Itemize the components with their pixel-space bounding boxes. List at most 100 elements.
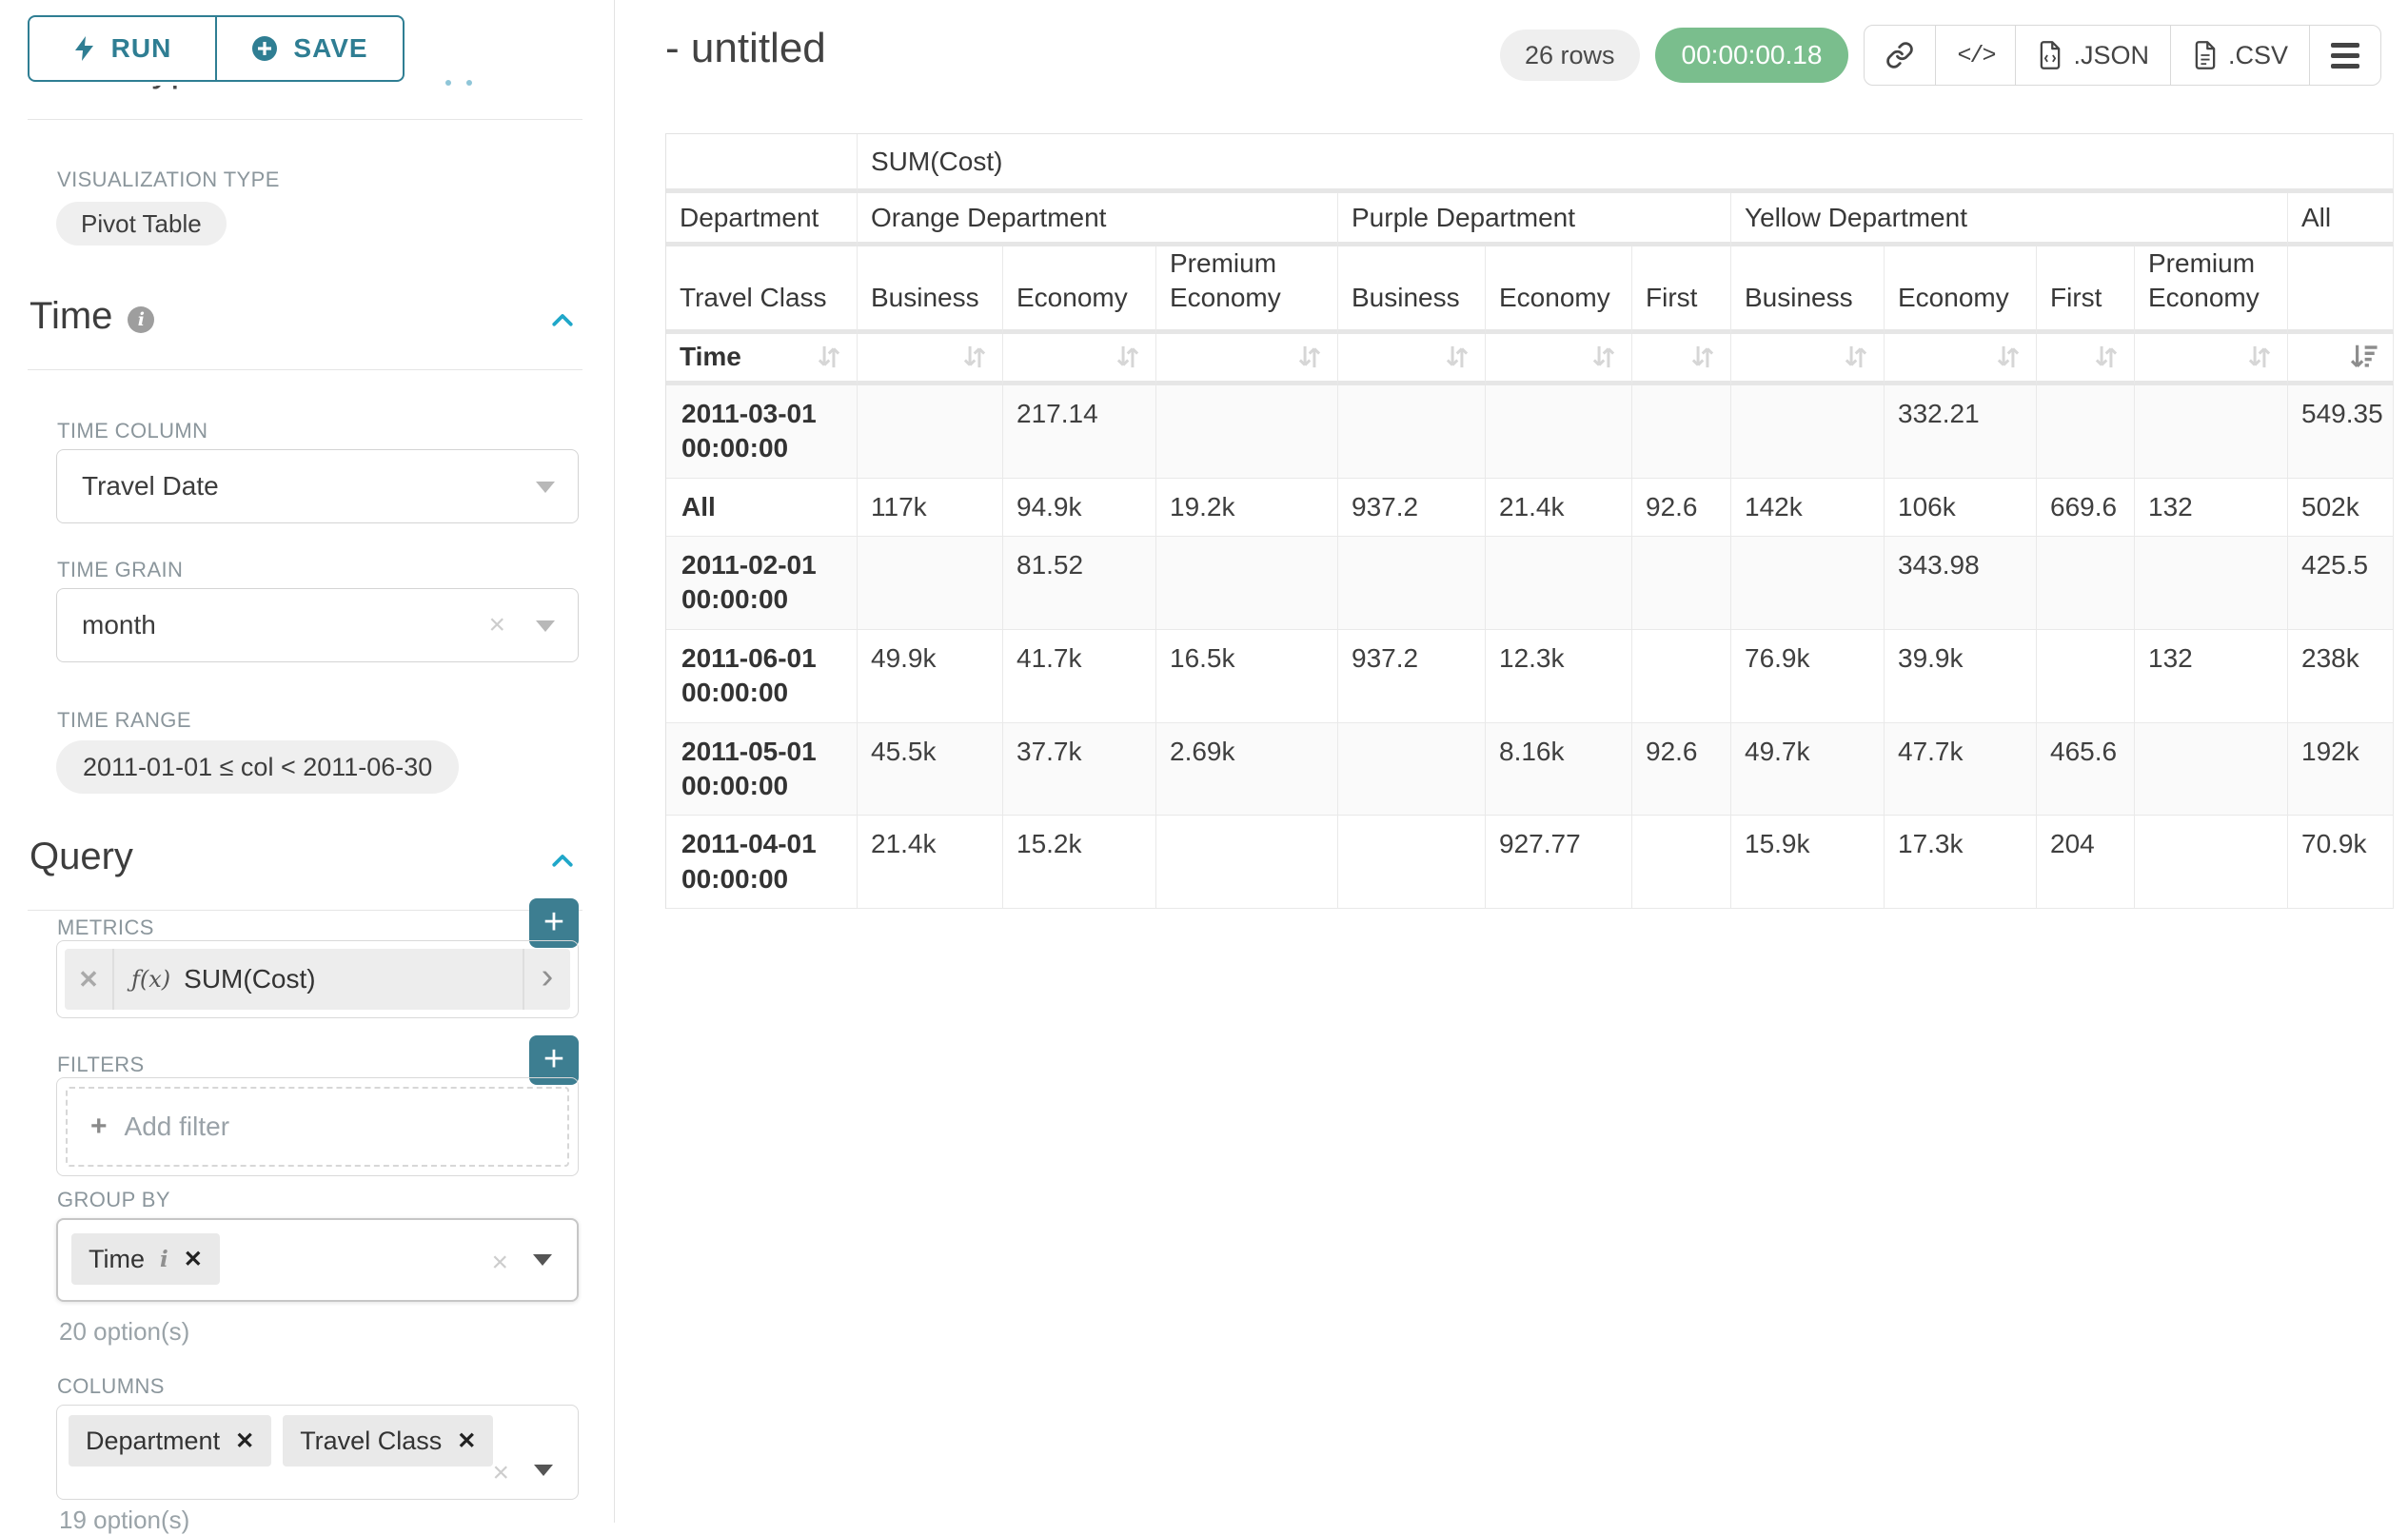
- pivot-cell: 217.14: [1003, 385, 1156, 479]
- pivot-cell: 92.6: [1632, 479, 1731, 537]
- time-range-pill[interactable]: 2011-01-01 ≤ col < 2011-06-30: [56, 740, 459, 794]
- chevron-down-icon: [536, 620, 555, 632]
- pivot-cell: 17.3k: [1885, 816, 2037, 909]
- export-csv-button[interactable]: .CSV: [2170, 26, 2309, 85]
- result-controls: 26 rows 00:00:00.18 </> .JSON .CSV: [1500, 25, 2381, 86]
- remove-tag-icon[interactable]: ✕: [457, 1427, 476, 1455]
- pivot-cell: 937.2: [1338, 479, 1486, 537]
- table-row: 2011-04-01 00:00:0021.4k15.2k927.7715.9k…: [666, 816, 2394, 909]
- remove-tag-icon[interactable]: ✕: [184, 1246, 203, 1273]
- pivot-cell: 21.4k: [858, 816, 1003, 909]
- info-icon[interactable]: i: [128, 306, 154, 333]
- visualization-type-pill[interactable]: Pivot Table: [56, 202, 227, 246]
- pivot-sort-cell: [1003, 334, 1156, 385]
- chevron-down-icon[interactable]: [533, 1254, 552, 1266]
- add-filter-dropzone[interactable]: + Add filter: [66, 1087, 569, 1167]
- chevron-right-icon[interactable]: ›: [523, 949, 570, 1010]
- pivot-cell: 332.21: [1885, 385, 2037, 479]
- clear-icon[interactable]: ×: [492, 1459, 509, 1487]
- clear-icon[interactable]: ×: [491, 1249, 508, 1277]
- pivot-subcolumn-header: First: [2037, 246, 2135, 334]
- pivot-cell: 45.5k: [858, 723, 1003, 817]
- pivot-subcolumn-header: Premium Economy: [1156, 246, 1338, 334]
- time-grain-label: TIME GRAIN: [57, 558, 183, 582]
- sort-toggle-icon[interactable]: [2092, 342, 2121, 372]
- control-panel: Chart Type RUN SAVE VISUALIZATION TYPE P…: [0, 0, 615, 1523]
- pivot-cell: 16.5k: [1156, 630, 1338, 723]
- pivot-cell: [1338, 385, 1486, 479]
- clear-icon[interactable]: ×: [488, 611, 505, 640]
- columns-tag[interactable]: Travel Class✕: [283, 1415, 493, 1466]
- pivot-metric-header: SUM(Cost): [858, 134, 2394, 193]
- metric-value: SUM(Cost): [184, 964, 315, 994]
- pivot-subcolumn-header: Business: [858, 246, 1003, 334]
- sort-toggle-icon[interactable]: [1589, 342, 1618, 372]
- pivot-cell: [1632, 537, 1731, 630]
- sort-toggle-icon[interactable]: [1295, 342, 1324, 372]
- sort-toggle-icon[interactable]: [1114, 342, 1142, 372]
- collapse-query-section-icon[interactable]: [548, 847, 577, 876]
- metric-pill[interactable]: ✕ ƒ(x) SUM(Cost) ›: [65, 949, 570, 1010]
- pivot-cell: 425.5: [2288, 537, 2394, 630]
- pivot-subcolumn-header: Economy: [1486, 246, 1632, 334]
- save-button[interactable]: SAVE: [216, 15, 405, 82]
- time-grain-select[interactable]: month ×: [56, 588, 579, 662]
- csv-file-icon: [2192, 40, 2219, 70]
- time-range-label: TIME RANGE: [57, 708, 191, 733]
- plus-circle-icon: [251, 35, 278, 62]
- pivot-column-group-header: Purple Department: [1338, 193, 1731, 246]
- pivot-cell: 70.9k: [2288, 816, 2394, 909]
- sort-toggle-icon[interactable]: [1842, 342, 1870, 372]
- pivot-row-label: 2011-06-01 00:00:00: [666, 630, 858, 723]
- sort-toggle-icon[interactable]: [1688, 342, 1717, 372]
- pivot-row-label: 2011-05-01 00:00:00: [666, 723, 858, 817]
- time-column-select[interactable]: Travel Date: [56, 449, 579, 523]
- pivot-cell: [1338, 537, 1486, 630]
- sort-toggle-icon[interactable]: [1994, 342, 2023, 372]
- pivot-cell: [1731, 385, 1885, 479]
- export-json-button[interactable]: .JSON: [2015, 26, 2170, 85]
- view-query-button[interactable]: </>: [1935, 26, 2015, 85]
- pivot-cell: 47.7k: [1885, 723, 2037, 817]
- pivot-cell: 37.7k: [1003, 723, 1156, 817]
- pivot-column-group-header: Orange Department: [858, 193, 1338, 246]
- section-handle-dots: [445, 80, 472, 86]
- sort-toggle-icon[interactable]: [2245, 342, 2274, 372]
- chevron-down-icon: [536, 482, 555, 493]
- sort-toggle-icon[interactable]: [1443, 342, 1471, 372]
- time-grain-value: month: [82, 610, 156, 640]
- pivot-row-label: 2011-02-01 00:00:00: [666, 537, 858, 630]
- share-link-button[interactable]: [1865, 26, 1935, 85]
- remove-tag-icon[interactable]: ✕: [235, 1427, 254, 1455]
- chart-title[interactable]: - untitled: [665, 25, 826, 72]
- chevron-down-icon[interactable]: [534, 1465, 553, 1476]
- table-row: 2011-06-01 00:00:0049.9k41.7k16.5k937.21…: [666, 630, 2394, 723]
- query-section-heading: Query: [30, 836, 133, 878]
- sort-toggle-icon[interactable]: [815, 342, 843, 372]
- collapse-time-section-icon[interactable]: [548, 306, 577, 335]
- remove-metric-icon[interactable]: ✕: [65, 949, 114, 1010]
- columns-label: COLUMNS: [57, 1374, 165, 1399]
- pivot-subcolumn-header: Premium Economy: [2135, 246, 2288, 334]
- pivot-cell: 39.9k: [1885, 630, 2037, 723]
- sort-descending-icon[interactable]: [2349, 342, 2379, 372]
- pivot-row-label: 2011-04-01 00:00:00: [666, 816, 858, 909]
- run-button[interactable]: RUN: [28, 15, 216, 82]
- group-by-label: GROUP BY: [57, 1188, 170, 1212]
- pivot-corner-cell: [666, 134, 858, 193]
- hamburger-menu-icon: [2331, 43, 2359, 69]
- sort-toggle-icon[interactable]: [960, 342, 989, 372]
- more-options-button[interactable]: [2309, 26, 2380, 85]
- columns-tag[interactable]: Department✕: [69, 1415, 271, 1466]
- pivot-cell: 937.2: [1338, 630, 1486, 723]
- pivot-cell: 117k: [858, 479, 1003, 537]
- divider: [28, 369, 582, 370]
- pivot-subcolumn-header: [2288, 246, 2394, 334]
- pivot-cell: 142k: [1731, 479, 1885, 537]
- group-by-select[interactable]: Timei✕ ×: [56, 1218, 579, 1302]
- group-by-tag[interactable]: Timei✕: [71, 1233, 220, 1285]
- visualization-type-label: VISUALIZATION TYPE: [57, 167, 280, 192]
- columns-select[interactable]: Department✕Travel Class✕ ×: [56, 1405, 579, 1500]
- pivot-cell: 2.69k: [1156, 723, 1338, 817]
- info-icon[interactable]: i: [160, 1247, 168, 1272]
